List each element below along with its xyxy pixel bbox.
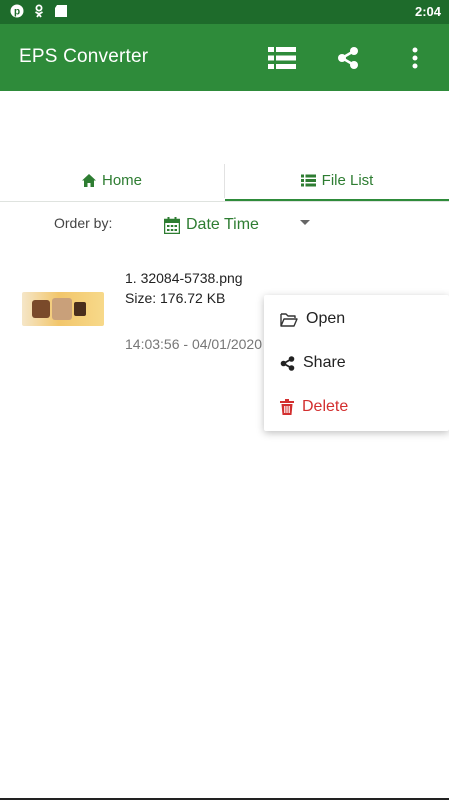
- file-name: 1. 32084-5738.png: [125, 270, 243, 286]
- calendar-icon: [164, 216, 180, 234]
- more-vert-icon: [412, 47, 418, 69]
- list-icon: [300, 174, 316, 186]
- android-icon: [55, 5, 67, 17]
- list-icon: [268, 47, 296, 69]
- file-size: Size: 176.72 KB: [125, 290, 226, 306]
- tab-home[interactable]: Home: [0, 160, 224, 200]
- status-icons: p: [10, 4, 68, 18]
- tab-file-list[interactable]: File List: [225, 160, 449, 200]
- order-by-select[interactable]: Date Time: [164, 212, 259, 238]
- menu-item-share[interactable]: Share: [264, 341, 449, 385]
- status-time: 2:04: [414, 4, 441, 19]
- share-button[interactable]: [332, 42, 364, 74]
- menu-item-share-label: Share: [303, 354, 346, 371]
- share-icon: [280, 355, 295, 371]
- menu-item-open[interactable]: Open: [264, 297, 449, 341]
- tab-bar: Home File List: [0, 160, 449, 202]
- tab-indicator: [225, 199, 449, 201]
- pinterest-icon: p: [10, 4, 24, 18]
- tab-file-list-label: File List: [321, 171, 374, 189]
- dropdown-arrow-icon[interactable]: [300, 220, 310, 225]
- svg-text:p: p: [14, 7, 20, 18]
- order-by-label: Order by:: [54, 215, 113, 231]
- tab-home-label: Home: [101, 171, 142, 189]
- file-thumbnail: [22, 292, 104, 326]
- folder-open-icon: [280, 312, 298, 327]
- menu-item-open-label: Open: [306, 310, 346, 327]
- more-options-button[interactable]: [399, 42, 431, 74]
- order-by-value: Date Time: [186, 216, 259, 233]
- app-bar: EPS Converter: [0, 24, 449, 91]
- menu-item-delete-label: Delete: [302, 398, 349, 415]
- list-view-button[interactable]: [266, 42, 298, 74]
- context-menu: Open Share Delete: [264, 295, 449, 431]
- trash-icon: [280, 399, 294, 415]
- odnoklassniki-icon: [35, 4, 43, 18]
- app-title: EPS Converter: [19, 46, 149, 67]
- share-icon: [338, 47, 358, 69]
- menu-item-delete[interactable]: Delete: [264, 385, 449, 429]
- home-icon: [81, 173, 96, 187]
- file-timestamp: 14:03:56 - 04/01/2020: [125, 336, 263, 352]
- status-bar: p 2:04: [0, 0, 449, 24]
